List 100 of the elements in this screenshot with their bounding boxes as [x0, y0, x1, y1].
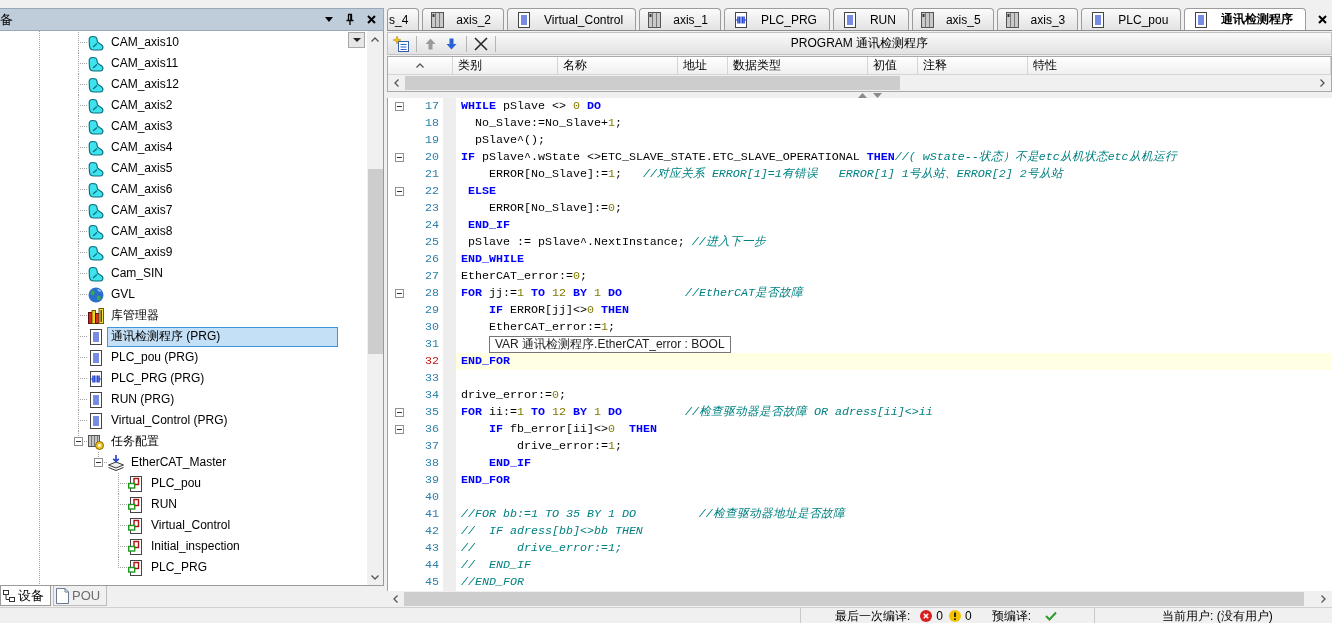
collapse-icon[interactable] [395, 408, 404, 417]
code-line: IF fb_error[ii]<>0 THEN [487, 421, 657, 438]
editor-tab[interactable]: axis_2 [422, 8, 505, 30]
editor-tab[interactable]: 通讯检测程序 [1184, 8, 1307, 30]
document-icon [88, 328, 104, 345]
tree-item[interactable]: Virtual_Control [147, 515, 235, 536]
add-button[interactable] [391, 33, 412, 54]
column-header[interactable]: 数据类型 [728, 57, 868, 74]
tree-item[interactable]: CAM_axis7 [107, 200, 177, 221]
tree-item[interactable]: RUN (PRG) [107, 389, 179, 410]
triangle-down-icon[interactable] [872, 92, 882, 98]
line-number: 25 [425, 234, 439, 251]
document-icon [1193, 11, 1210, 28]
scrollbar-thumb[interactable] [405, 76, 900, 90]
line-number: 29 [425, 302, 439, 319]
code-line: IF pSlave^.wState <>ETC_SLAVE_STATE.ETC_SLAVE_OPERATIONAL THEN//( wState--状态）不是etc从机状态etc从机运行 [461, 149, 1177, 166]
chevron-left-icon[interactable] [393, 595, 398, 603]
code-line: FOR ii:=1 TO 12 BY 1 DO //检查驱动器是否故障 OR adress[ii]<>ii [461, 404, 933, 421]
chevron-down-icon[interactable] [371, 574, 379, 580]
document-icon [88, 391, 104, 408]
tree-item[interactable]: PLC_PRG [147, 557, 212, 578]
line-number: 27 [425, 268, 439, 285]
code-line: EtherCAT_error:=1; [487, 319, 615, 336]
code-line: drive_error:=1; [515, 438, 622, 455]
collapse-icon[interactable] [395, 425, 404, 434]
document-icon [516, 11, 533, 28]
editor-tab[interactable]: Virtual_Control [507, 8, 637, 30]
chevron-up-icon[interactable] [371, 36, 379, 42]
code-line: pSlave := pSlave^.NextInstance; //进入下一步 [467, 234, 766, 251]
close-icon[interactable] [367, 15, 376, 24]
line-number: 21 [425, 166, 439, 183]
tree-item[interactable]: RUN [147, 494, 181, 515]
tree-item[interactable]: CAM_axis12 [107, 74, 184, 95]
column-header[interactable]: 特性 [1028, 57, 1331, 74]
code-line: drive_error:=0; [461, 387, 566, 404]
close-icon[interactable] [1318, 14, 1327, 24]
line-number: 19 [425, 132, 439, 149]
tree-item[interactable]: CAM_axis11 [107, 53, 183, 74]
tree-item[interactable]: 库管理器 [107, 305, 163, 326]
collapse-icon[interactable] [395, 289, 404, 298]
scrollbar-thumb[interactable] [404, 592, 1304, 606]
tree-item[interactable]: EtherCAT_Master [127, 452, 231, 473]
cam-shape-icon [88, 97, 104, 114]
tree-item[interactable]: CAM_axis10 [107, 32, 184, 53]
column-header[interactable]: 初值 [868, 57, 918, 74]
collapse-icon[interactable] [395, 102, 404, 111]
editor-tab[interactable]: axis_3 [996, 8, 1079, 30]
tree-item[interactable]: PLC_PRG (PRG) [107, 368, 209, 389]
tree-item[interactable]: PLC_pou (PRG) [107, 347, 203, 368]
device-tree-icon [3, 589, 15, 602]
panel-tab[interactable]: POU [53, 586, 108, 606]
panel-tab[interactable]: 设备 [0, 586, 51, 606]
tree-item[interactable]: Cam_SIN [107, 263, 167, 284]
column-header[interactable]: 类别 [453, 57, 558, 74]
chevron-right-icon[interactable] [1320, 79, 1325, 87]
chevron-right-icon[interactable] [1321, 595, 1326, 603]
collapse-icon[interactable] [73, 437, 83, 446]
editor-tab[interactable]: s_4 [387, 8, 420, 30]
tree-item[interactable]: Initial_inspection [147, 536, 244, 557]
line-number: 45 [425, 574, 439, 591]
editor-tab[interactable]: RUN [832, 8, 909, 30]
collapse-icon[interactable] [395, 187, 404, 196]
column-header[interactable]: 注释 [918, 57, 1028, 74]
tree-item[interactable]: CAM_axis9 [107, 242, 177, 263]
cam-shape-icon [88, 265, 104, 282]
tree-item[interactable]: 任务配置 [107, 431, 163, 452]
error-count: 0 [936, 608, 944, 623]
chevron-left-icon[interactable] [394, 79, 399, 87]
cam-shape-icon [88, 223, 104, 240]
code-line: END_IF [467, 217, 510, 234]
scrollbar-thumb[interactable] [367, 169, 383, 354]
editor-tab[interactable]: axis_1 [639, 8, 721, 30]
sort-chevron-icon[interactable] [416, 63, 424, 68]
cam-shape-icon [88, 139, 104, 156]
triangle-up-icon[interactable] [857, 92, 867, 98]
column-header[interactable]: 地址 [678, 57, 728, 74]
line-number: 44 [425, 557, 439, 574]
cam-shape-icon [88, 181, 104, 198]
tree-item[interactable]: Virtual_Control (PRG) [107, 410, 232, 431]
dropdown-button[interactable] [348, 32, 365, 48]
document-icon [1090, 11, 1107, 28]
dropdown-icon[interactable] [325, 17, 333, 22]
pin-icon[interactable] [346, 14, 354, 25]
editor-tab[interactable]: PLC_PRG [723, 8, 830, 30]
tree-item[interactable]: CAM_axis6 [107, 179, 177, 200]
tree-item[interactable]: CAM_axis5 [107, 158, 177, 179]
tree-item[interactable]: GVL [107, 284, 139, 305]
tree-item[interactable]: PLC_pou [147, 473, 206, 494]
column-header[interactable]: 名称 [558, 57, 678, 74]
tree-item[interactable]: CAM_axis8 [107, 221, 177, 242]
tree-item[interactable]: CAM_axis4 [107, 137, 177, 158]
line-number: 17 [425, 98, 439, 115]
collapse-icon[interactable] [395, 153, 404, 162]
tree-item[interactable]: 通讯检测程序 (PRG) [107, 326, 338, 347]
editor-tab[interactable]: axis_5 [911, 8, 994, 30]
tree-item[interactable]: CAM_axis3 [107, 116, 177, 137]
error-icon [920, 609, 933, 622]
tree-item[interactable]: CAM_axis2 [107, 95, 177, 116]
editor-tab[interactable]: PLC_pou [1081, 8, 1182, 30]
collapse-icon[interactable] [93, 458, 103, 467]
